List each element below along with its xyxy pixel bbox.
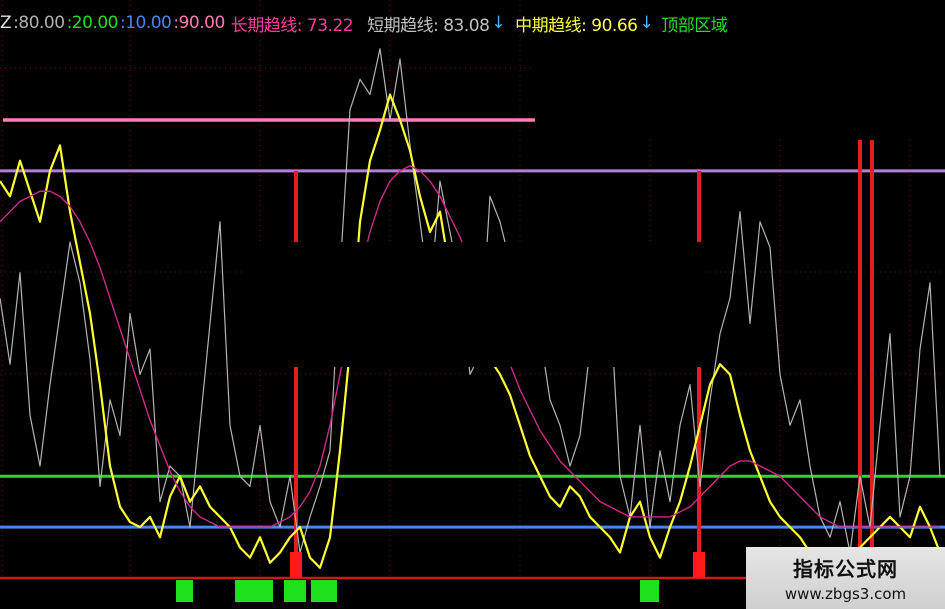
- signal-bar: [294, 170, 298, 578]
- red-signal-block: [290, 552, 302, 578]
- legend-item-20: :20.00: [66, 13, 119, 33]
- green-signal-block: [284, 580, 306, 602]
- red-signal-block: [693, 552, 705, 578]
- green-signal-block: [311, 580, 337, 602]
- down-arrow-icon: ↓: [491, 13, 506, 33]
- indicator-chart-window: Z :80.00 :20.00 :10.00 :90.00 长期趋线: 73.2…: [0, 0, 945, 609]
- legend-item-top-zone: 顶部区域: [661, 15, 728, 36]
- watermark-url: www.zbgs3.com: [784, 585, 907, 603]
- green-signal-block: [176, 580, 193, 602]
- legend-item-short-term: 短期趋线: 83.08: [367, 15, 490, 36]
- indicator-legend: Z :80.00 :20.00 :10.00 :90.00 长期趋线: 73.2…: [0, 10, 729, 36]
- legend-item-80: :80.00: [13, 13, 65, 33]
- legend-item-90: :90.00: [173, 13, 225, 33]
- legend-item-10: :10.00: [119, 13, 172, 33]
- legend-item-long-term: 长期趋线: 73.22: [230, 15, 354, 36]
- down-arrow-icon: ↓: [639, 13, 654, 33]
- indicator-name: Z: [0, 13, 12, 33]
- green-signal-block: [640, 580, 659, 602]
- signal-bar: [697, 170, 701, 578]
- green-signal-block: [235, 580, 273, 602]
- legend-item-mid-term: 中期趋线: 90.66: [515, 15, 638, 36]
- mask-middle: [242, 242, 702, 367]
- watermark-title: 指标公式网: [793, 557, 898, 581]
- watermark: 指标公式网 www.zbgs3.com: [746, 547, 945, 609]
